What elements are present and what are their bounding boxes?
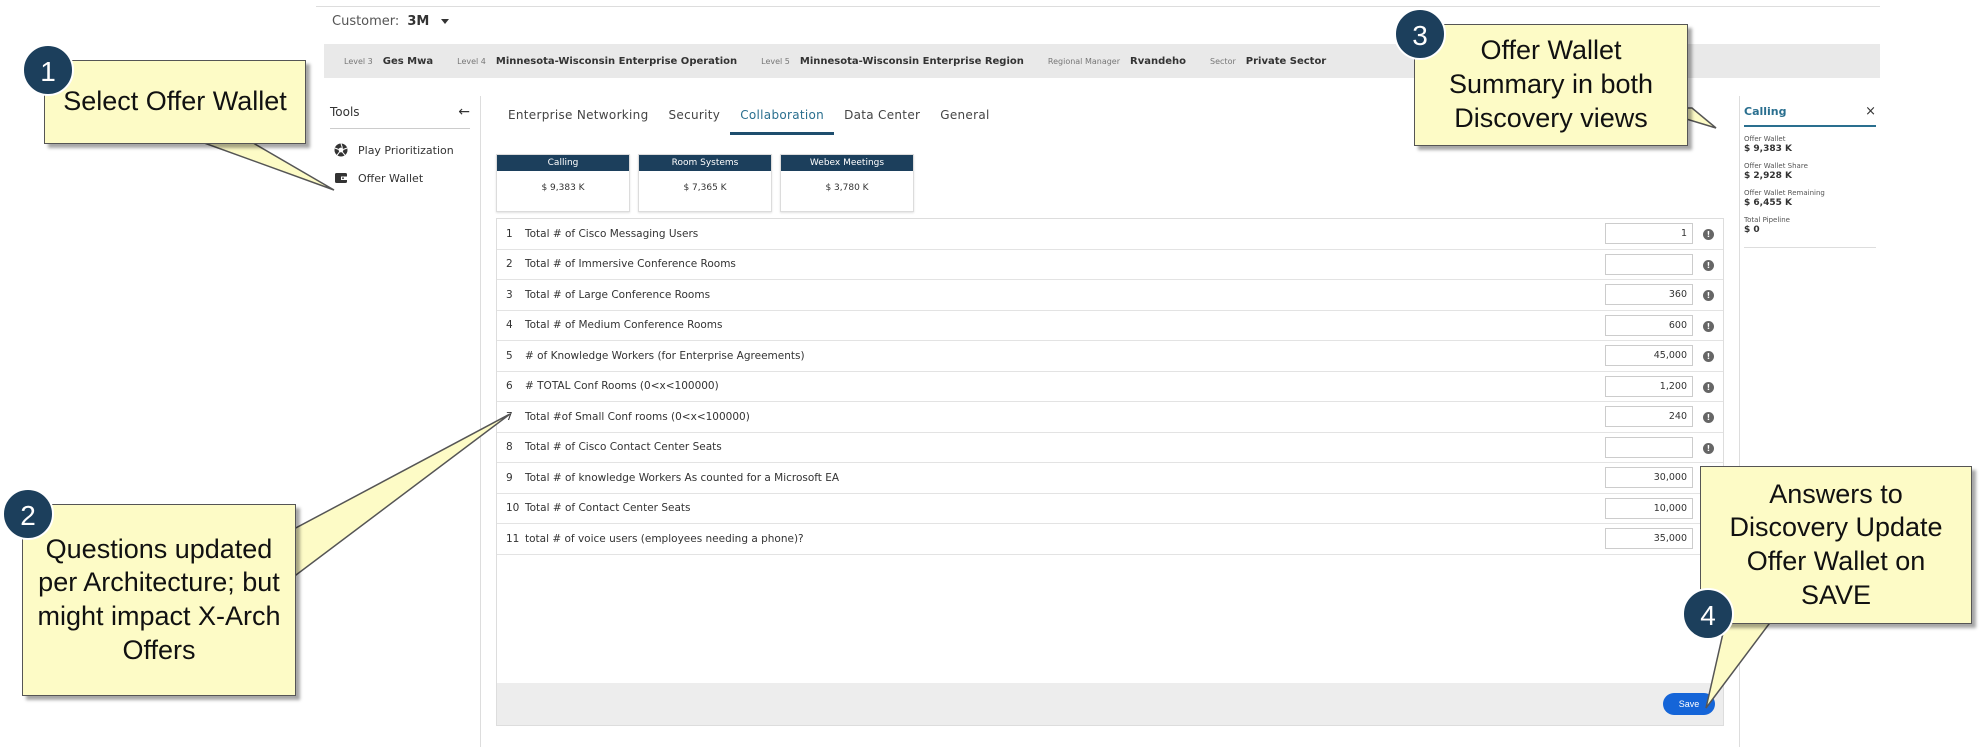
- callout-text: Select Offer Wallet: [63, 86, 287, 117]
- callout-2: Questions updated per Architecture; but …: [22, 504, 296, 696]
- callout-badge-3: 3: [1394, 8, 1446, 60]
- callout-1-pointer: [195, 139, 335, 191]
- callout-badge-4: 4: [1682, 588, 1734, 640]
- callout-1: Select Offer Wallet: [44, 60, 306, 144]
- callout-text: Offer Wallet Summary in both Discovery v…: [1448, 35, 1654, 133]
- callout-text: Questions updated per Architecture; but …: [37, 533, 281, 665]
- callout-badge-1: 1: [22, 44, 74, 96]
- callout-4: Answers to Discovery Update Offer Wallet…: [1700, 466, 1972, 624]
- callout-2-pointer: [291, 413, 511, 580]
- presentation-slide: Customer: 3M Level 3 Ges Mwa Level 4 Min…: [0, 0, 1984, 747]
- callout-badge-2: 2: [2, 488, 54, 540]
- callout-text: Answers to Discovery Update Offer Wallet…: [1729, 478, 1943, 610]
- callout-3: Offer Wallet Summary in both Discovery v…: [1414, 24, 1688, 146]
